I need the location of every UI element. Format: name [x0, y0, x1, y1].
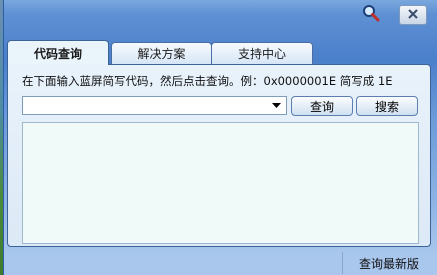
search-icon [362, 4, 380, 25]
instruction-text: 在下面输入蓝屏简写代码，然后点击查询。例：0x0000001E 简写成 1E [22, 74, 393, 88]
app-window: 代码查询 解决方案 支持中心 在下面输入蓝屏简写代码，然后点击查询。例：0x00… [3, 0, 437, 275]
tab-solutions[interactable]: 解决方案 [111, 42, 212, 64]
status-divider [342, 252, 343, 274]
tab-support-center[interactable]: 支持中心 [211, 42, 313, 64]
result-text-area[interactable] [22, 122, 419, 244]
search-button[interactable] [360, 4, 382, 24]
close-button[interactable] [399, 5, 427, 25]
tab-code-query[interactable]: 代码查询 [7, 40, 109, 65]
query-button[interactable]: 查询 [291, 96, 353, 116]
check-latest-version-link[interactable]: 查询最新版 [344, 253, 434, 273]
title-bar [4, 0, 437, 30]
tab-bar: 代码查询 解决方案 支持中心 [4, 40, 437, 65]
close-icon [407, 8, 419, 23]
code-input-combobox[interactable] [22, 96, 287, 115]
chevron-down-icon[interactable] [269, 98, 283, 113]
search-web-button[interactable]: 搜索 [356, 96, 418, 116]
